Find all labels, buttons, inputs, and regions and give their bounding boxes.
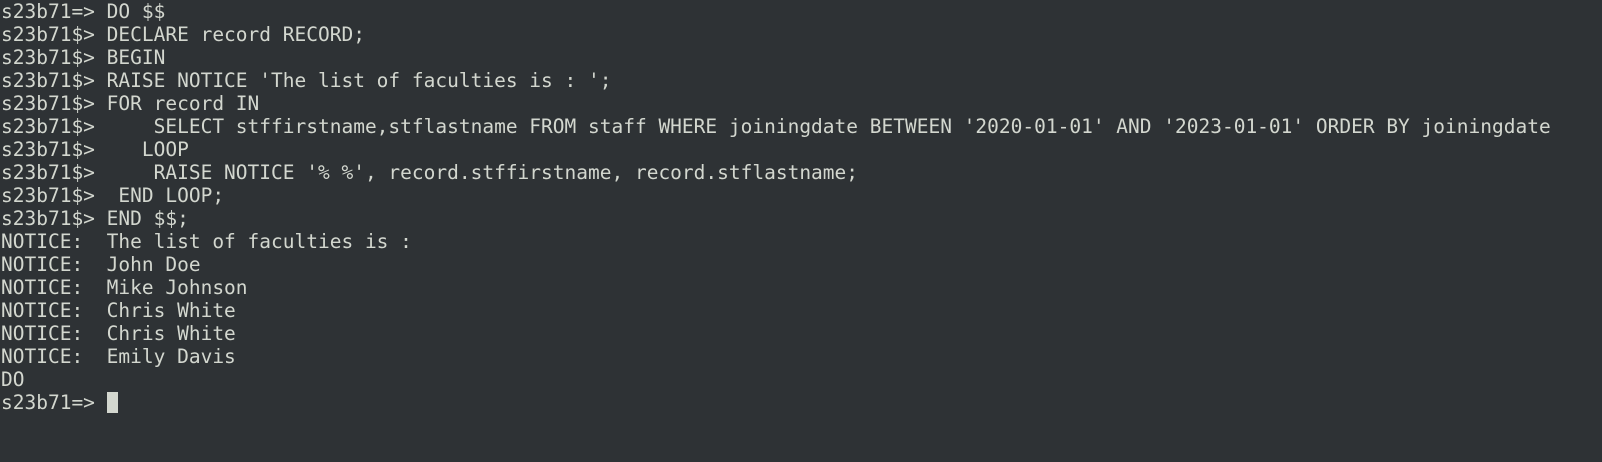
- command-result-line: DO: [1, 368, 25, 391]
- terminal-line: s23b71$> RAISE NOTICE 'The list of facul…: [1, 69, 612, 92]
- terminal-line: s23b71=> DO $$: [1, 0, 166, 23]
- terminal-line: s23b71$> DECLARE record RECORD;: [1, 23, 365, 46]
- prompt-text: s23b71=>: [1, 391, 107, 414]
- notice-line: NOTICE: John Doe: [1, 253, 201, 276]
- terminal-line: s23b71$> LOOP: [1, 138, 189, 161]
- terminal-line: s23b71$> BEGIN: [1, 46, 166, 69]
- notice-line: NOTICE: The list of faculties is :: [1, 230, 412, 253]
- active-prompt-line[interactable]: s23b71=>: [0, 391, 1602, 414]
- notice-line: NOTICE: Emily Davis: [1, 345, 236, 368]
- terminal-line: s23b71$> RAISE NOTICE '% %', record.stff…: [1, 161, 859, 184]
- terminal-line: s23b71$> END LOOP;: [1, 184, 225, 207]
- terminal-line: s23b71$> FOR record IN: [1, 92, 260, 115]
- cursor[interactable]: [106, 392, 118, 413]
- notice-line: NOTICE: Chris White: [1, 322, 236, 345]
- notice-line: NOTICE: Chris White: [1, 299, 236, 322]
- notice-line: NOTICE: Mike Johnson: [1, 276, 248, 299]
- terminal-line: s23b71$> SELECT stffirstname,stflastname…: [1, 115, 1551, 138]
- terminal-line: s23b71$> END $$;: [1, 207, 189, 230]
- terminal-window[interactable]: s23b71=> DO $$ s23b71$> DECLARE record R…: [0, 0, 1602, 462]
